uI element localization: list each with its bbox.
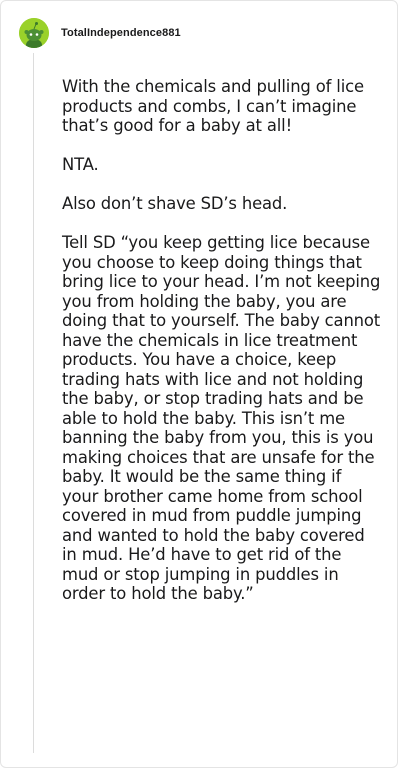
snoo-avatar-icon[interactable] [19,18,49,48]
comment-paragraph: With the chemicals and pulling of lice p… [62,77,364,135]
comment-paragraph: Tell SD “you keep getting lice because y… [62,233,381,603]
thread-line[interactable] [33,53,34,753]
comment-body: With the chemicals and pulling of lice p… [62,77,382,604]
comment-paragraph: Also don’t shave SD’s head. [62,194,288,213]
comment-card: TotalIndependence881 With the chemicals … [0,0,398,768]
username[interactable]: TotalIndependence881 [61,27,181,39]
comment-paragraph: NTA. [62,155,99,174]
comment-header: TotalIndependence881 [19,18,181,48]
